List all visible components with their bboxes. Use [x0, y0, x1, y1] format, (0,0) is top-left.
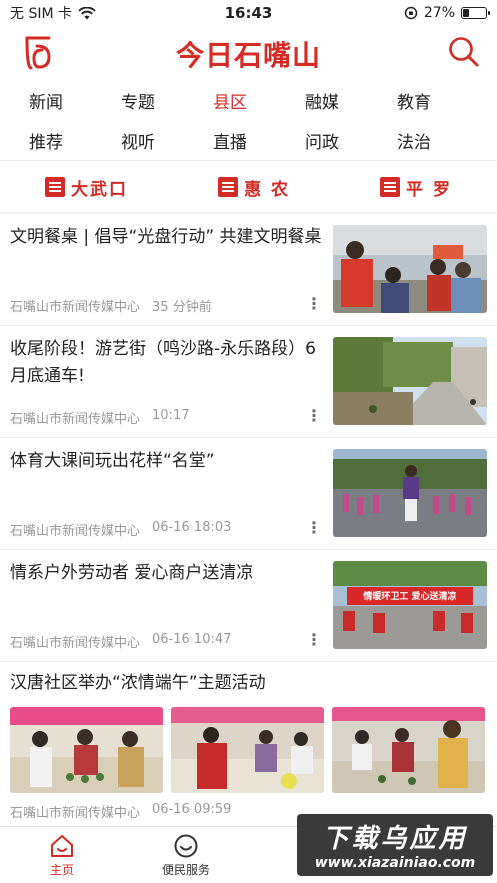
banner-text: 情暖环卫工 爱心送清凉: [363, 592, 457, 602]
news-title: 体育大课间玩出花样“名堂”: [10, 451, 215, 471]
news-meta: 石嘴山市新闻传媒中心 06-16 10:47: [10, 632, 231, 651]
tab-channel[interactable]: 融媒: [276, 88, 368, 113]
news-time: 35 分钟前: [152, 300, 212, 315]
news-thumbnail: [333, 337, 487, 425]
wifi-icon: [78, 6, 96, 19]
gallery-thumbnail: [332, 707, 485, 793]
carrier-label: 无 SIM 卡: [10, 6, 72, 22]
news-title: 情系户外劳动者 爱心商户送清凉: [10, 563, 254, 583]
status-bar: 无 SIM 卡 16:43 27%: [0, 0, 497, 26]
smile-service-icon: [174, 834, 198, 858]
news-title: 收尾阶段！游艺街（鸣沙路-永乐路段）6月底通车!: [10, 339, 316, 386]
county-label: 惠 农: [244, 179, 290, 200]
search-icon[interactable]: [447, 35, 481, 69]
news-feed: 文明餐桌 | 倡导“光盘行动” 共建文明餐桌 石嘴山市新闻传媒中心 35 分钟前…: [0, 214, 497, 821]
divider: [0, 160, 497, 161]
battery-icon: [461, 7, 490, 19]
battery-percent: 27%: [423, 5, 455, 21]
tab-services[interactable]: 便民服务: [124, 827, 248, 883]
news-source: 石嘴山市新闻传媒中心: [10, 806, 141, 821]
tab-channel[interactable]: 新闻: [0, 88, 92, 113]
news-item[interactable]: 收尾阶段！游艺街（鸣沙路-永乐路段）6月底通车! 石嘴山市新闻传媒中心 10:1…: [0, 326, 497, 438]
newspaper-icon: [218, 177, 239, 197]
news-meta: 石嘴山市新闻传媒中心 10:17: [10, 408, 189, 427]
news-meta: 石嘴山市新闻传媒中心 06-16 18:03: [10, 520, 231, 539]
more-vertical-icon[interactable]: ⋮: [306, 518, 322, 537]
news-time: 06-16 10:47: [152, 632, 232, 647]
tab-channel[interactable]: 直播: [184, 128, 276, 153]
news-meta: 石嘴山市新闻传媒中心 06-16 09:59: [10, 802, 231, 821]
news-title: 汉唐社区举办“浓情端午”主题活动: [10, 673, 266, 693]
tab-channel[interactable]: 视听: [92, 128, 184, 153]
county-shortcuts: 大武口 惠 农 平 罗: [0, 164, 497, 210]
tab-channel[interactable]: 问政: [276, 128, 368, 153]
gallery-thumbnail: [10, 707, 163, 793]
tab-channel[interactable]: 专题: [92, 88, 184, 113]
news-thumbnail: [333, 225, 487, 313]
county-label: 大武口: [71, 179, 129, 200]
tab-channel[interactable]: 县区: [184, 88, 276, 113]
news-source: 石嘴山市新闻传媒中心: [10, 636, 141, 651]
tab-channel[interactable]: 健: [460, 88, 497, 113]
watermark-line2: www.xiazainiao.com: [314, 855, 476, 871]
news-source: 石嘴山市新闻传媒中心: [10, 300, 141, 315]
gallery-thumbnail: [171, 707, 324, 793]
tab-home[interactable]: 主页: [0, 827, 124, 883]
news-time: 06-16 18:03: [152, 520, 232, 535]
county-pingluo[interactable]: 平 罗: [380, 175, 452, 200]
county-dawukou[interactable]: 大武口: [45, 175, 128, 200]
tab-label: 主页: [49, 863, 74, 877]
news-item-gallery[interactable]: 汉唐社区举办“浓情端午”主题活动 石嘴山市新闻传媒中心 06-16 09:59: [0, 662, 497, 821]
news-thumbnail: 情暖环卫工 爱心送清凉: [333, 561, 487, 649]
news-time: 06-16 09:59: [152, 802, 232, 817]
more-vertical-icon[interactable]: ⋮: [306, 630, 322, 649]
news-item[interactable]: 文明餐桌 | 倡导“光盘行动” 共建文明餐桌 石嘴山市新闻传媒中心 35 分钟前…: [0, 214, 497, 326]
tab-channel[interactable]: 推荐: [0, 128, 92, 153]
tab-label: 便民服务: [161, 863, 210, 877]
tab-channel[interactable]: 教育: [368, 88, 460, 113]
news-thumbnail: [333, 449, 487, 537]
more-vertical-icon[interactable]: ⋮: [306, 406, 322, 425]
county-label: 平 罗: [406, 179, 452, 200]
news-item[interactable]: 情系户外劳动者 爱心商户送清凉 石嘴山市新闻传媒中心 06-16 10:47 ⋮…: [0, 550, 497, 662]
channel-nav: 新闻专题县区融媒教育健 推荐视听直播问政法治: [0, 80, 497, 160]
newspaper-icon: [45, 177, 66, 197]
news-title: 文明餐桌 | 倡导“光盘行动” 共建文明餐桌: [10, 227, 322, 247]
county-huinong[interactable]: 惠 农: [218, 175, 290, 200]
news-item[interactable]: 体育大课间玩出花样“名堂” 石嘴山市新闻传媒中心 06-16 18:03 ⋮: [0, 438, 497, 550]
more-vertical-icon[interactable]: ⋮: [306, 294, 322, 313]
site-watermark: 下载乌应用 www.xiazainiao.com: [297, 814, 493, 876]
home-icon: [51, 835, 73, 857]
news-meta: 石嘴山市新闻传媒中心 35 分钟前: [10, 296, 212, 315]
app-title: 今日石嘴山: [175, 39, 321, 72]
watermark-line1: 下载乌应用: [322, 824, 468, 854]
tab-channel[interactable]: 法治: [368, 128, 460, 153]
news-source: 石嘴山市新闻传媒中心: [10, 412, 141, 427]
news-source: 石嘴山市新闻传媒中心: [10, 524, 141, 539]
orientation-lock-icon: [404, 6, 418, 20]
news-time: 10:17: [152, 408, 190, 423]
newspaper-icon: [380, 177, 401, 197]
app-header: 今日石嘴山: [0, 26, 497, 78]
